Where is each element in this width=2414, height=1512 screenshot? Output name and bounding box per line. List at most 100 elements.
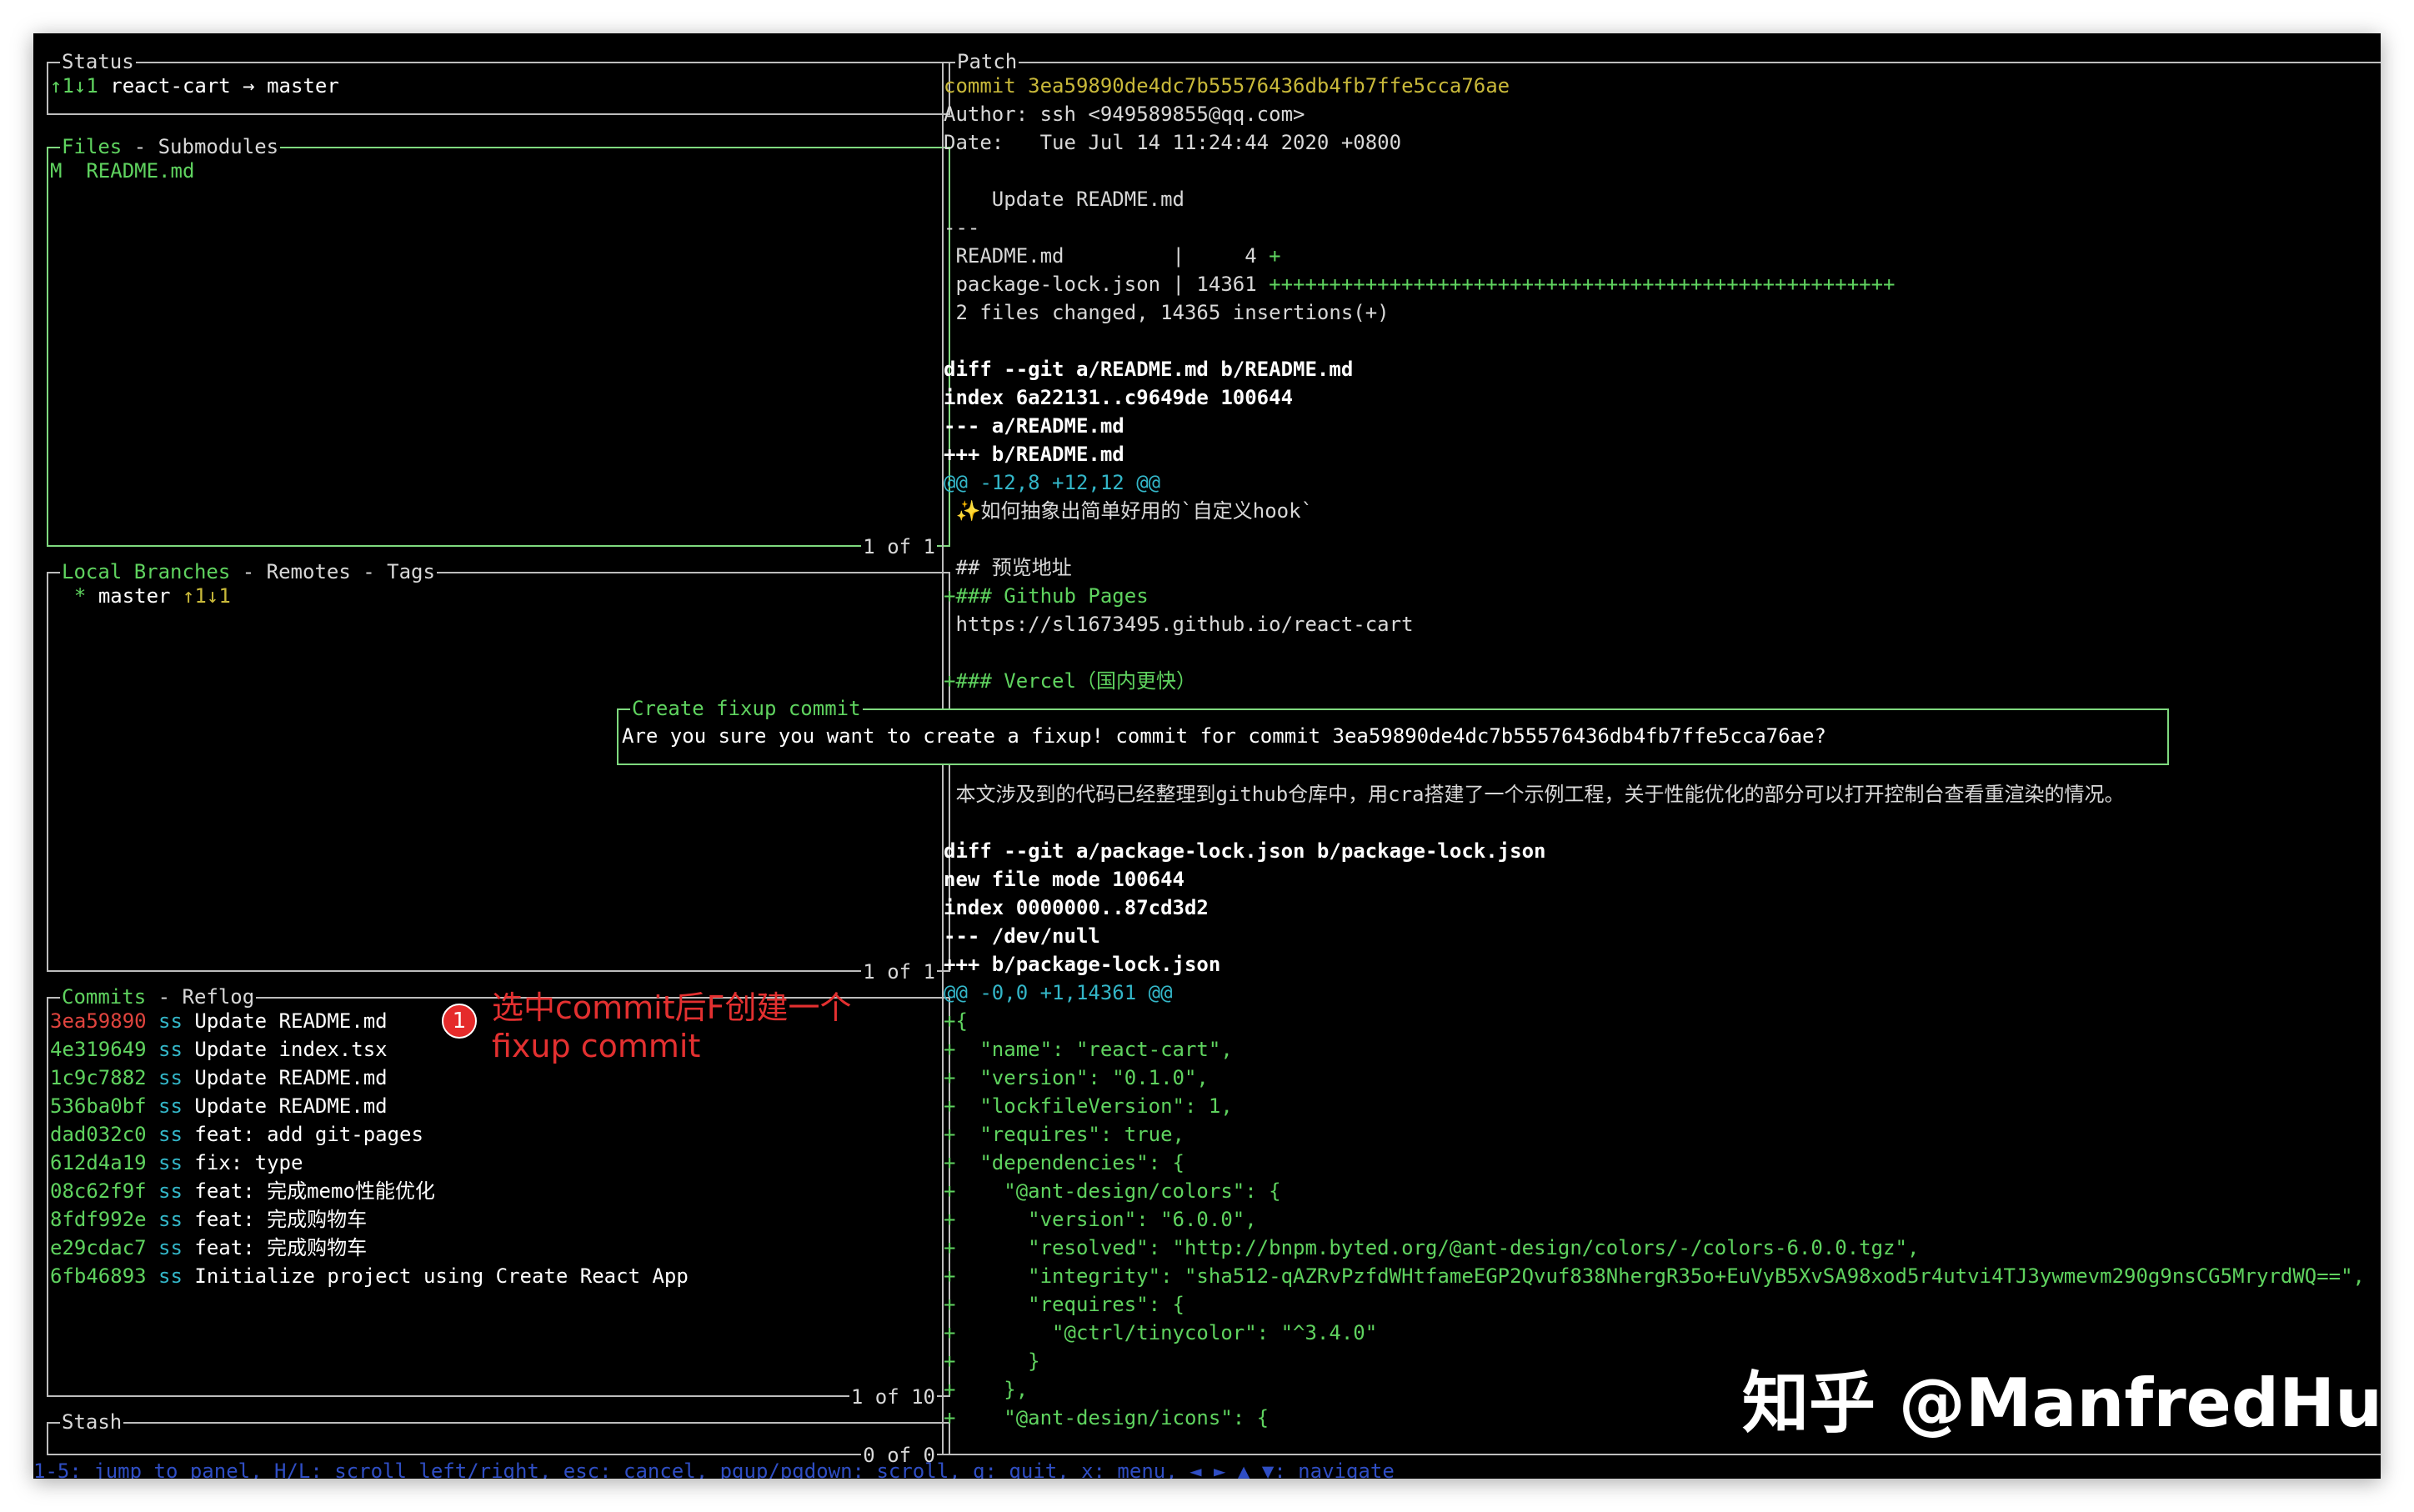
dialog-message: Are you sure you want to create a fixup!… — [622, 722, 1826, 750]
patch-line: +### Github Pages — [944, 582, 1149, 610]
patch-line: index 0000000..87cd3d2 — [944, 894, 1209, 922]
commit-author: ss — [158, 1123, 183, 1146]
stash-panel-title: Stash — [60, 1408, 123, 1436]
patch-line: + "requires": { — [944, 1290, 1184, 1319]
patch-text: ✨如何抽象出简单好用的`自定义hook` — [944, 499, 1313, 523]
patch-line: 2 files changed, 14365 insertions(+) — [944, 298, 1390, 327]
patch-line: @@ -12,8 +12,12 @@ — [944, 468, 1160, 497]
tab-commits[interactable]: Commits — [62, 985, 146, 1009]
commit-message: Initialize project using Create React Ap… — [194, 1264, 688, 1288]
branch-name: master — [98, 584, 171, 608]
patch-text: + } — [944, 1349, 1040, 1373]
patch-text: package-lock.json | 14361 — [944, 273, 1269, 296]
patch-line: diff --git a/README.md b/README.md — [944, 355, 1353, 383]
branch-current-marker: * — [74, 584, 86, 608]
patch-line: 本文涉及到的代码已经整理到github仓库中，用cra搭建了一个示例工程，关于性… — [944, 780, 2125, 809]
commit-message: feat: add git-pages — [194, 1123, 423, 1146]
branches-panel[interactable]: Local Branches - Remotes - Tags * master… — [47, 572, 950, 972]
commit-author: ss — [158, 1208, 183, 1231]
commit-row[interactable]: 08c62f9f ss feat: 完成memo性能优化 — [50, 1177, 435, 1205]
commit-author: ss — [158, 1179, 183, 1203]
patch-line: + "dependencies": { — [944, 1149, 1184, 1177]
patch-line: + } — [944, 1347, 1040, 1375]
zhihu-watermark: 知乎 @ManfredHu — [1742, 1362, 2381, 1445]
commit-message: Update README.md — [194, 1066, 387, 1089]
patch-text: diff --git a/package-lock.json b/package… — [944, 839, 1545, 863]
commit-message: Update README.md — [194, 1009, 387, 1033]
patch-text: + "resolved": "http://bnpm.byted.org/@an… — [944, 1236, 1919, 1259]
commit-hash: dad032c0 — [50, 1123, 147, 1146]
patch-line: +{ — [944, 1007, 968, 1035]
terminal-window: Status ↑1↓1 react-cart → master Files - … — [33, 33, 2381, 1479]
fixup-confirm-dialog[interactable]: Create fixup commit Are you sure you wan… — [617, 708, 2169, 765]
patch-text: + "integrity": "sha512-qAZRvPzfdWHtfameE… — [944, 1264, 2365, 1288]
patch-text: Update README.md — [944, 188, 1184, 211]
status-panel[interactable]: Status ↑1↓1 react-cart → master — [47, 62, 950, 115]
patch-line: Date: Tue Jul 14 11:24:44 2020 +0800 — [944, 128, 1401, 157]
commit-message: feat: 完成购物车 — [194, 1208, 367, 1231]
patch-text: +### Github Pages — [944, 584, 1149, 608]
commit-hash: 3ea59890 — [50, 1009, 147, 1033]
patch-line: commit 3ea59890de4dc7b55576436db4fb7ffe5… — [944, 72, 1510, 100]
status-line: ↑1↓1 react-cart → master — [50, 72, 339, 100]
patch-text: + "@ctrl/tinycolor": "^3.4.0" — [944, 1321, 1377, 1344]
patch-text: + }, — [944, 1378, 1028, 1401]
patch-text: @@ -0,0 +1,14361 @@ — [944, 981, 1173, 1004]
commit-row[interactable]: 4e319649 ss Update index.tsx — [50, 1035, 388, 1064]
commit-author: ss — [158, 1151, 183, 1174]
patch-text: diff --git a/README.md b/README.md — [944, 358, 1353, 381]
annotation-number-badge: 1 — [442, 1004, 477, 1039]
patch-line: README.md | 4 + — [944, 242, 1281, 270]
commit-hash: 08c62f9f — [50, 1179, 147, 1203]
patch-text: @@ -12,8 +12,12 @@ — [944, 471, 1160, 494]
patch-line: +++ b/README.md — [944, 440, 1124, 468]
patch-line: --- — [944, 213, 979, 242]
annotation-line-2: fixup commit — [492, 1028, 700, 1064]
commit-row[interactable]: 6fb46893 ss Initialize project using Cre… — [50, 1262, 689, 1290]
patch-text: +++ b/package-lock.json — [944, 953, 1220, 976]
branch-sync: ↑1↓1 — [183, 584, 231, 608]
file-entry[interactable]: M README.md — [50, 157, 194, 185]
patch-text: + "requires": true, — [944, 1123, 1184, 1146]
patch-line: + "version": "0.1.0", — [944, 1064, 1209, 1092]
files-count: 1 of 1 — [861, 533, 937, 561]
tab-reflog[interactable]: - Reflog — [146, 985, 254, 1009]
commit-message: Update README.md — [194, 1094, 387, 1118]
tab-files[interactable]: Files — [62, 135, 122, 158]
patch-line: --- a/README.md — [944, 412, 1124, 440]
patch-text: --- a/README.md — [944, 414, 1124, 438]
files-panel[interactable]: Files - Submodules M README.md 1 of 1 — [47, 147, 950, 547]
patch-text: ++++++++++++++++++++++++++++++++++++++++… — [1269, 273, 1895, 296]
commit-author: ss — [158, 1009, 183, 1033]
keybinding-hint-bar: 1-5: jump to panel, H/L: scroll left/rig… — [33, 1457, 1395, 1479]
patch-text: + "dependencies": { — [944, 1151, 1184, 1174]
commit-row[interactable]: 3ea59890 ss Update README.md — [50, 1007, 388, 1035]
commit-row[interactable]: 1c9c7882 ss Update README.md — [50, 1064, 388, 1092]
commit-row[interactable]: e29cdac7 ss feat: 完成购物车 — [50, 1234, 367, 1262]
commit-message: feat: 完成购物车 — [194, 1236, 367, 1259]
patch-line: +### Vercel（国内更快） — [944, 667, 1196, 695]
patch-text: index 0000000..87cd3d2 — [944, 896, 1209, 919]
commit-message: Update index.tsx — [194, 1038, 387, 1061]
commit-row[interactable]: 8fdf992e ss feat: 完成购物车 — [50, 1205, 367, 1234]
commit-row[interactable]: dad032c0 ss feat: add git-pages — [50, 1120, 423, 1149]
commit-hash: 536ba0bf — [50, 1094, 147, 1118]
commit-hash: 8fdf992e — [50, 1208, 147, 1231]
patch-text: Author: ssh <949589855@qq.com> — [944, 103, 1305, 126]
status-repo-branch: react-cart → master — [98, 74, 339, 98]
patch-line: package-lock.json | 14361 ++++++++++++++… — [944, 270, 1896, 298]
stash-panel[interactable]: Stash 0 of 0 — [47, 1422, 950, 1455]
patch-line: new file mode 100644 — [944, 865, 1184, 894]
tab-local-branches[interactable]: Local Branches — [62, 560, 230, 583]
branch-entry[interactable]: * master ↑1↓1 — [50, 582, 231, 610]
tab-submodules[interactable]: - Submodules — [122, 135, 278, 158]
patch-line: + "@ctrl/tinycolor": "^3.4.0" — [944, 1319, 1377, 1347]
commit-hash: 612d4a19 — [50, 1151, 147, 1174]
patch-line: + "name": "react-cart", — [944, 1035, 1233, 1064]
annotation-text: 选中commit后F创建一个 fixup commit — [492, 989, 852, 1065]
patch-line: ✨如何抽象出简单好用的`自定义hook` — [944, 497, 1313, 525]
patch-text: commit 3ea59890de4dc7b55576436db4fb7ffe5… — [944, 74, 1510, 98]
commit-row[interactable]: 612d4a19 ss fix: type — [50, 1149, 303, 1177]
tab-remotes-tags[interactable]: - Remotes - Tags — [230, 560, 435, 583]
commit-row[interactable]: 536ba0bf ss Update README.md — [50, 1092, 388, 1120]
